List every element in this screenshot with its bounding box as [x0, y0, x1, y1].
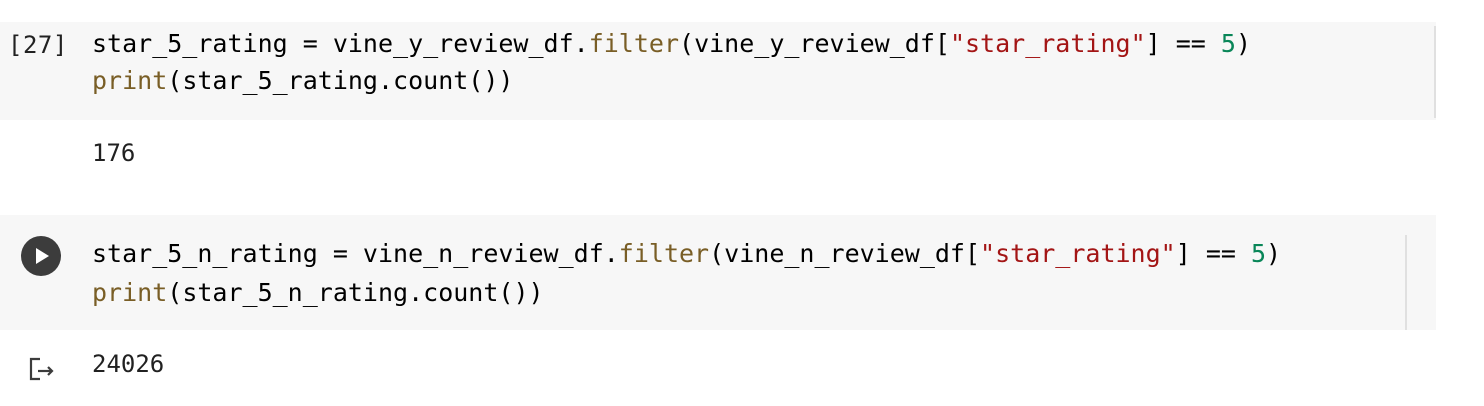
code-token: star_5_rating = vine_y_review_df. — [92, 29, 589, 58]
code-line[interactable]: print(star_5_rating.count()) — [92, 66, 513, 96]
code-token: star_5_n_rating = vine_n_review_df. — [92, 239, 619, 268]
cell-divider-2 — [1405, 235, 1407, 330]
cell-output-1: 176 — [92, 139, 136, 167]
code-token: 5 — [1250, 239, 1267, 268]
code-token: ] == — [1175, 239, 1251, 268]
code-token: filter — [588, 29, 680, 58]
code-token: "star_rating" — [980, 239, 1176, 268]
execution-count: [27] — [8, 31, 68, 59]
output-redirect-icon[interactable] — [28, 356, 60, 382]
play-icon — [36, 248, 49, 264]
code-token: ) — [1266, 239, 1282, 268]
code-token: print — [92, 66, 168, 95]
code-token: (star_5_n_rating.count()) — [167, 278, 544, 307]
code-line[interactable]: star_5_rating = vine_y_review_df.filter(… — [92, 29, 1251, 59]
code-token: ] == — [1145, 29, 1221, 58]
code-token: (star_5_rating.count()) — [167, 66, 514, 95]
code-line[interactable]: star_5_n_rating = vine_n_review_df.filte… — [92, 239, 1281, 269]
code-token: 5 — [1220, 29, 1236, 58]
run-cell-button[interactable] — [21, 236, 61, 276]
cell-divider-1 — [1434, 26, 1436, 118]
code-cell-input-2[interactable] — [0, 215, 1436, 330]
code-token: (vine_n_review_df[ — [709, 239, 981, 268]
code-token: (vine_y_review_df[ — [679, 29, 950, 58]
cell-output-2: 24026 — [92, 350, 165, 378]
code-line[interactable]: print(star_5_n_rating.count()) — [92, 278, 544, 308]
code-token: filter — [618, 239, 710, 268]
code-token: ) — [1235, 29, 1252, 58]
code-token: print — [92, 278, 168, 307]
code-token: "star_rating" — [949, 29, 1146, 58]
